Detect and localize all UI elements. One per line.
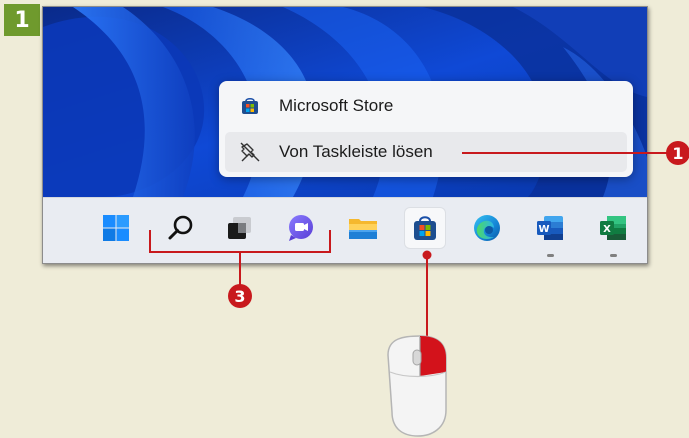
callout-number-3: 3 (228, 284, 252, 308)
mouse-icon (387, 335, 447, 437)
callout-number-1: 1 (666, 141, 689, 165)
annotation-layer (149, 152, 668, 437)
callout-3-bracket (149, 230, 331, 253)
